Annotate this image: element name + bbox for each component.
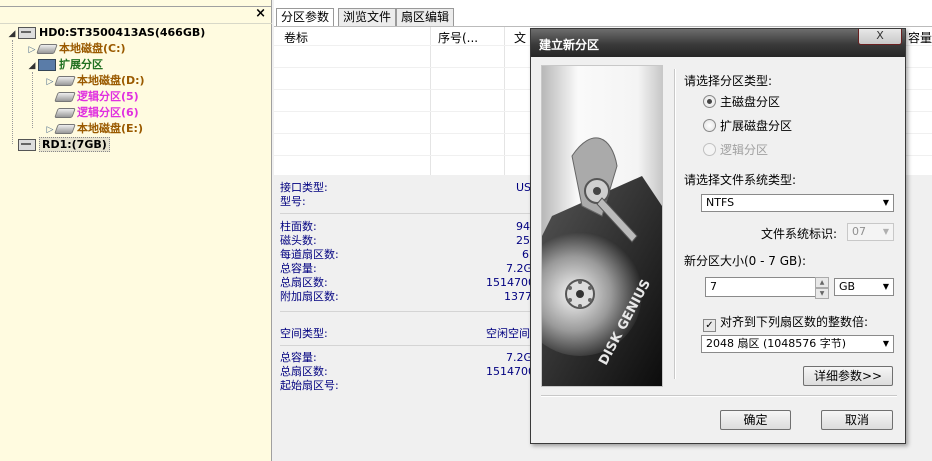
column-header-volume-label[interactable]: 卷标 [284,29,308,46]
column-header-filesystem[interactable]: 文 [514,29,526,46]
tree-node-local-disk-e[interactable]: ▷ 本地磁盘(E:) [44,120,143,136]
partition-icon [54,91,76,102]
dropdown-arrow-icon: ▼ [882,339,889,348]
space-type-label: 空间类型: [280,327,328,340]
total-capacity-value: 7.2G [506,262,533,275]
partition-type-prompt: 请选择分区类型: [684,74,773,88]
tree-node-logical-partition-5[interactable]: 逻辑分区(5) [54,88,139,104]
tree-node-extended-partition[interactable]: ◢ 扩展分区 [26,56,103,72]
radio-extended-partition[interactable]: 扩展磁盘分区 [703,118,792,134]
partition-icon [36,43,58,54]
space-capacity-value: 7.2G [506,351,533,364]
filesystem-prompt: 请选择文件系统类型: [684,173,797,187]
partition-icon [54,123,76,134]
interface-type-value: US [516,181,532,194]
spin-down-icon[interactable]: ▼ [815,288,829,299]
tab-sector-editor[interactable]: 扇区编辑 [396,8,455,26]
total-sectors-label: 总扇区数: [280,276,328,289]
tree-node-rd1[interactable]: RD1:(7GB) [18,136,110,152]
column-header-capacity[interactable]: 容量 [908,29,932,46]
partition-icon [54,107,76,118]
radio-selected-icon[interactable] [703,95,716,108]
cylinders-label: 柱面数: [280,220,317,233]
heads-label: 磁头数: [280,234,317,247]
radio-logical-partition: 逻辑分区 [703,142,768,158]
harddisk-icon [18,138,36,151]
checkbox-checked-icon[interactable]: ✓ [703,319,716,332]
ok-button[interactable]: 确定 [720,410,791,430]
partition-size-label: 新分区大小(0 - 7 GB): [684,254,806,268]
space-sectors-label: 总扇区数: [280,365,328,378]
tree-panel-header: × [0,6,272,24]
start-sector-label: 起始扇区号: [280,379,339,392]
tree-node-hd0[interactable]: ◢ HD0:ST3500413AS(466GB) [6,24,206,42]
tree-node-logical-partition-6[interactable]: 逻辑分区(6) [54,104,139,120]
extra-sectors-label: 附加扇区数: [280,290,339,303]
partition-icon [54,75,76,86]
tree-node-local-disk-c[interactable]: ▷ 本地磁盘(C:) [26,40,126,56]
new-partition-dialog: 建立新分区 X DISK GENIUS 请选择分区类型: 主磁盘分区 扩展磁盘分… [530,28,906,444]
extra-sectors-value: 1377 [504,290,532,303]
total-sectors-value: 1514700 [486,276,535,289]
sectors-per-track-label: 每道扇区数: [280,248,339,261]
cancel-button[interactable]: 取消 [821,410,893,430]
partition-size-input[interactable]: 7 [705,277,817,297]
collapse-arrow-icon[interactable]: ◢ [6,26,18,42]
tree-close-button[interactable]: × [255,6,266,21]
radio-primary-partition[interactable]: 主磁盘分区 [703,94,780,110]
space-capacity-label: 总容量: [280,351,317,364]
interface-type-label: 接口类型: [280,181,328,194]
tree-node-local-disk-d[interactable]: ▷ 本地磁盘(D:) [44,72,145,88]
partition-size-spinner[interactable]: ▲ ▼ [815,277,829,299]
hard-drive-illustration-icon: DISK GENIUS [542,137,662,386]
disk-genius-banner-image: DISK GENIUS [541,65,663,387]
align-sectors-checkbox[interactable]: ✓ 对齐到下列扇区数的整数倍: [703,314,868,332]
harddisk-icon [18,26,36,39]
dropdown-arrow-icon: ▼ [882,198,889,207]
heads-value: 25 [516,234,530,247]
column-header-index[interactable]: 序号(... [438,29,478,46]
space-type-value: 空闲空间 [486,327,530,340]
filesystem-id-select: 07 ▼ [847,223,894,241]
total-capacity-label: 总容量: [280,262,317,275]
radio-disabled-icon [703,143,716,156]
space-sectors-value: 1514700 [486,365,535,378]
tab-browse-files[interactable]: 浏览文件 [338,8,397,26]
filesystem-select[interactable]: NTFS ▼ [701,194,894,212]
radio-unselected-icon[interactable] [703,119,716,132]
dropdown-arrow-icon: ▼ [882,227,889,236]
dropdown-arrow-icon: ▼ [882,282,889,291]
alignment-select[interactable]: 2048 扇区 (1048576 字节) ▼ [701,335,894,353]
size-unit-select[interactable]: GB ▼ [834,278,894,296]
expand-arrow-icon[interactable]: ▷ [44,74,56,90]
spin-up-icon[interactable]: ▲ [815,277,829,288]
tab-partition-params[interactable]: 分区参数 [276,8,335,27]
extended-partition-icon [38,58,56,71]
dialog-close-button[interactable]: X [858,29,902,45]
details-button[interactable]: 详细参数>> [803,366,893,386]
model-label: 型号: [280,195,306,208]
cylinders-value: 94 [516,220,530,233]
collapse-arrow-icon[interactable]: ◢ [26,58,38,74]
dialog-title: 建立新分区 [539,38,600,52]
filesystem-id-label: 文件系统标识: [761,227,838,241]
dialog-title-bar[interactable]: 建立新分区 X [531,29,905,57]
sectors-per-track-value: 6 [522,248,529,261]
disk-tree-panel: × ◢ HD0:ST3500413AS(466GB) ▷ 本地磁盘(C:) ◢ 扩展分… [0,0,272,461]
